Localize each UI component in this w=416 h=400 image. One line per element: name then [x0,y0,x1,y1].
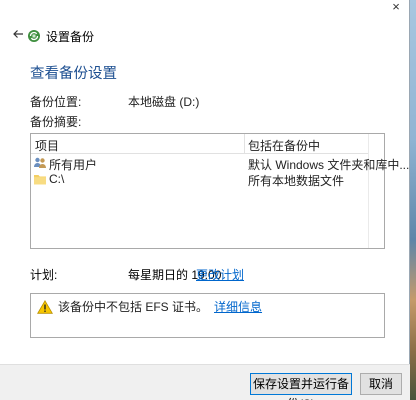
window-title: 设置备份 [46,30,95,44]
button-bar: 保存设置并运行备份(S) 取消 [0,364,410,400]
warning-message: 该备份中不包括 EFS 证书。 详细信息 [58,298,262,315]
table-header: 项目 包括在备份中 [31,134,370,154]
row-included-value: 默认 Windows 文件夹和库中... [248,158,410,172]
backup-location-label: 备份位置: [30,95,82,109]
backup-app-icon [27,29,41,43]
column-header-item[interactable]: 项目 [35,137,59,154]
backup-summary-table: 项目 包括在备份中 所有用户 默认 Windows 文件夹和库中... C:\ … [30,133,409,249]
desktop-background [410,0,416,400]
schedule-label: 计划: [30,268,58,282]
table-row[interactable]: C:\ 所有本地数据文件 [31,172,370,188]
column-divider[interactable] [244,134,245,154]
row-item-name: C:\ [49,172,65,186]
close-icon[interactable]: × [388,0,404,15]
column-header-included[interactable]: 包括在备份中 [248,137,320,154]
page-title: 查看备份设置 [30,66,117,82]
table-row[interactable]: 所有用户 默认 Windows 文件夹和库中... [31,156,409,172]
title-bar: 设置备份 [0,22,410,46]
folder-icon [33,172,47,186]
cancel-button[interactable]: 取消 [360,373,402,395]
save-and-run-backup-button[interactable]: 保存设置并运行备份(S) [250,373,352,400]
row-included-value: 所有本地数据文件 [248,174,345,188]
warning-box: 该备份中不包括 EFS 证书。 详细信息 [30,293,385,338]
change-schedule-link[interactable]: 更改计划 [196,266,244,283]
table-scroll-area [368,134,384,248]
backup-settings-window: 设置备份 × 查看备份设置 备份位置: 本地磁盘 (D:) 备份摘要: 项目 包… [0,0,410,400]
back-arrow-icon[interactable] [10,22,26,46]
users-icon [33,156,47,170]
warning-icon [37,300,53,314]
backup-location-value: 本地磁盘 (D:) [128,95,200,109]
backup-summary-label: 备份摘要: [30,115,82,129]
details-link[interactable]: 详细信息 [214,300,262,314]
warning-text: 该备份中不包括 EFS 证书。 [58,300,209,314]
row-item-name: 所有用户 [49,158,98,172]
